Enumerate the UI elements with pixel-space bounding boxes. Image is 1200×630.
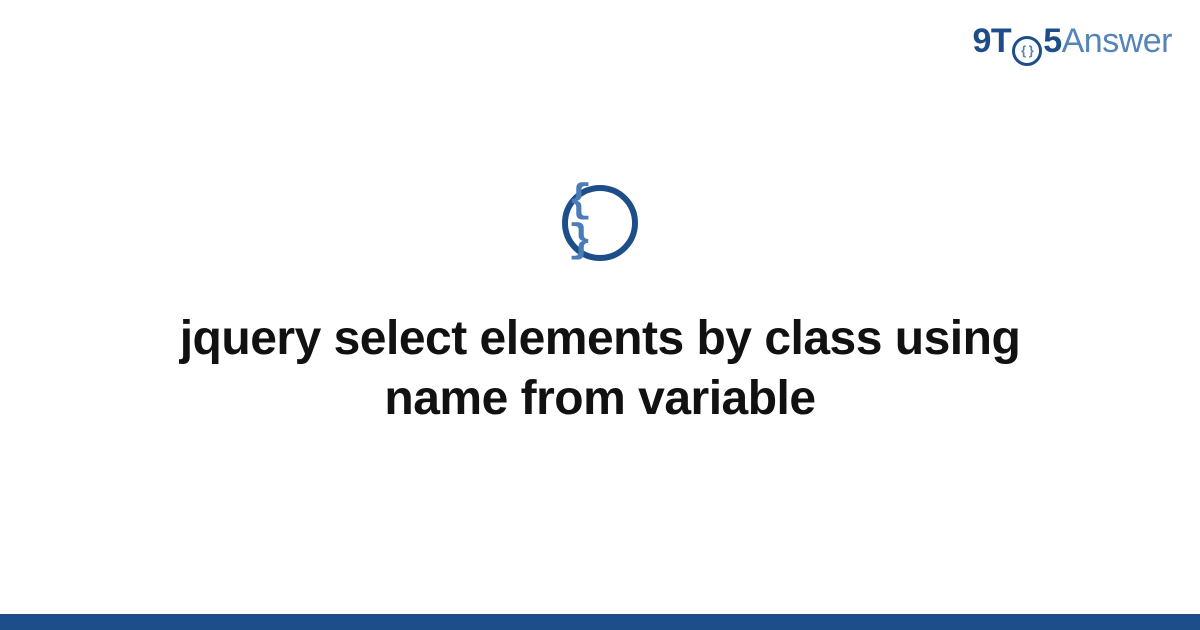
- category-glyph: { }: [568, 182, 632, 262]
- bottom-accent-bar: [0, 614, 1200, 630]
- page-title: jquery select elements by class using na…: [120, 309, 1080, 429]
- code-braces-icon: { }: [562, 185, 638, 261]
- main-content: { } jquery select elements by class usin…: [0, 0, 1200, 614]
